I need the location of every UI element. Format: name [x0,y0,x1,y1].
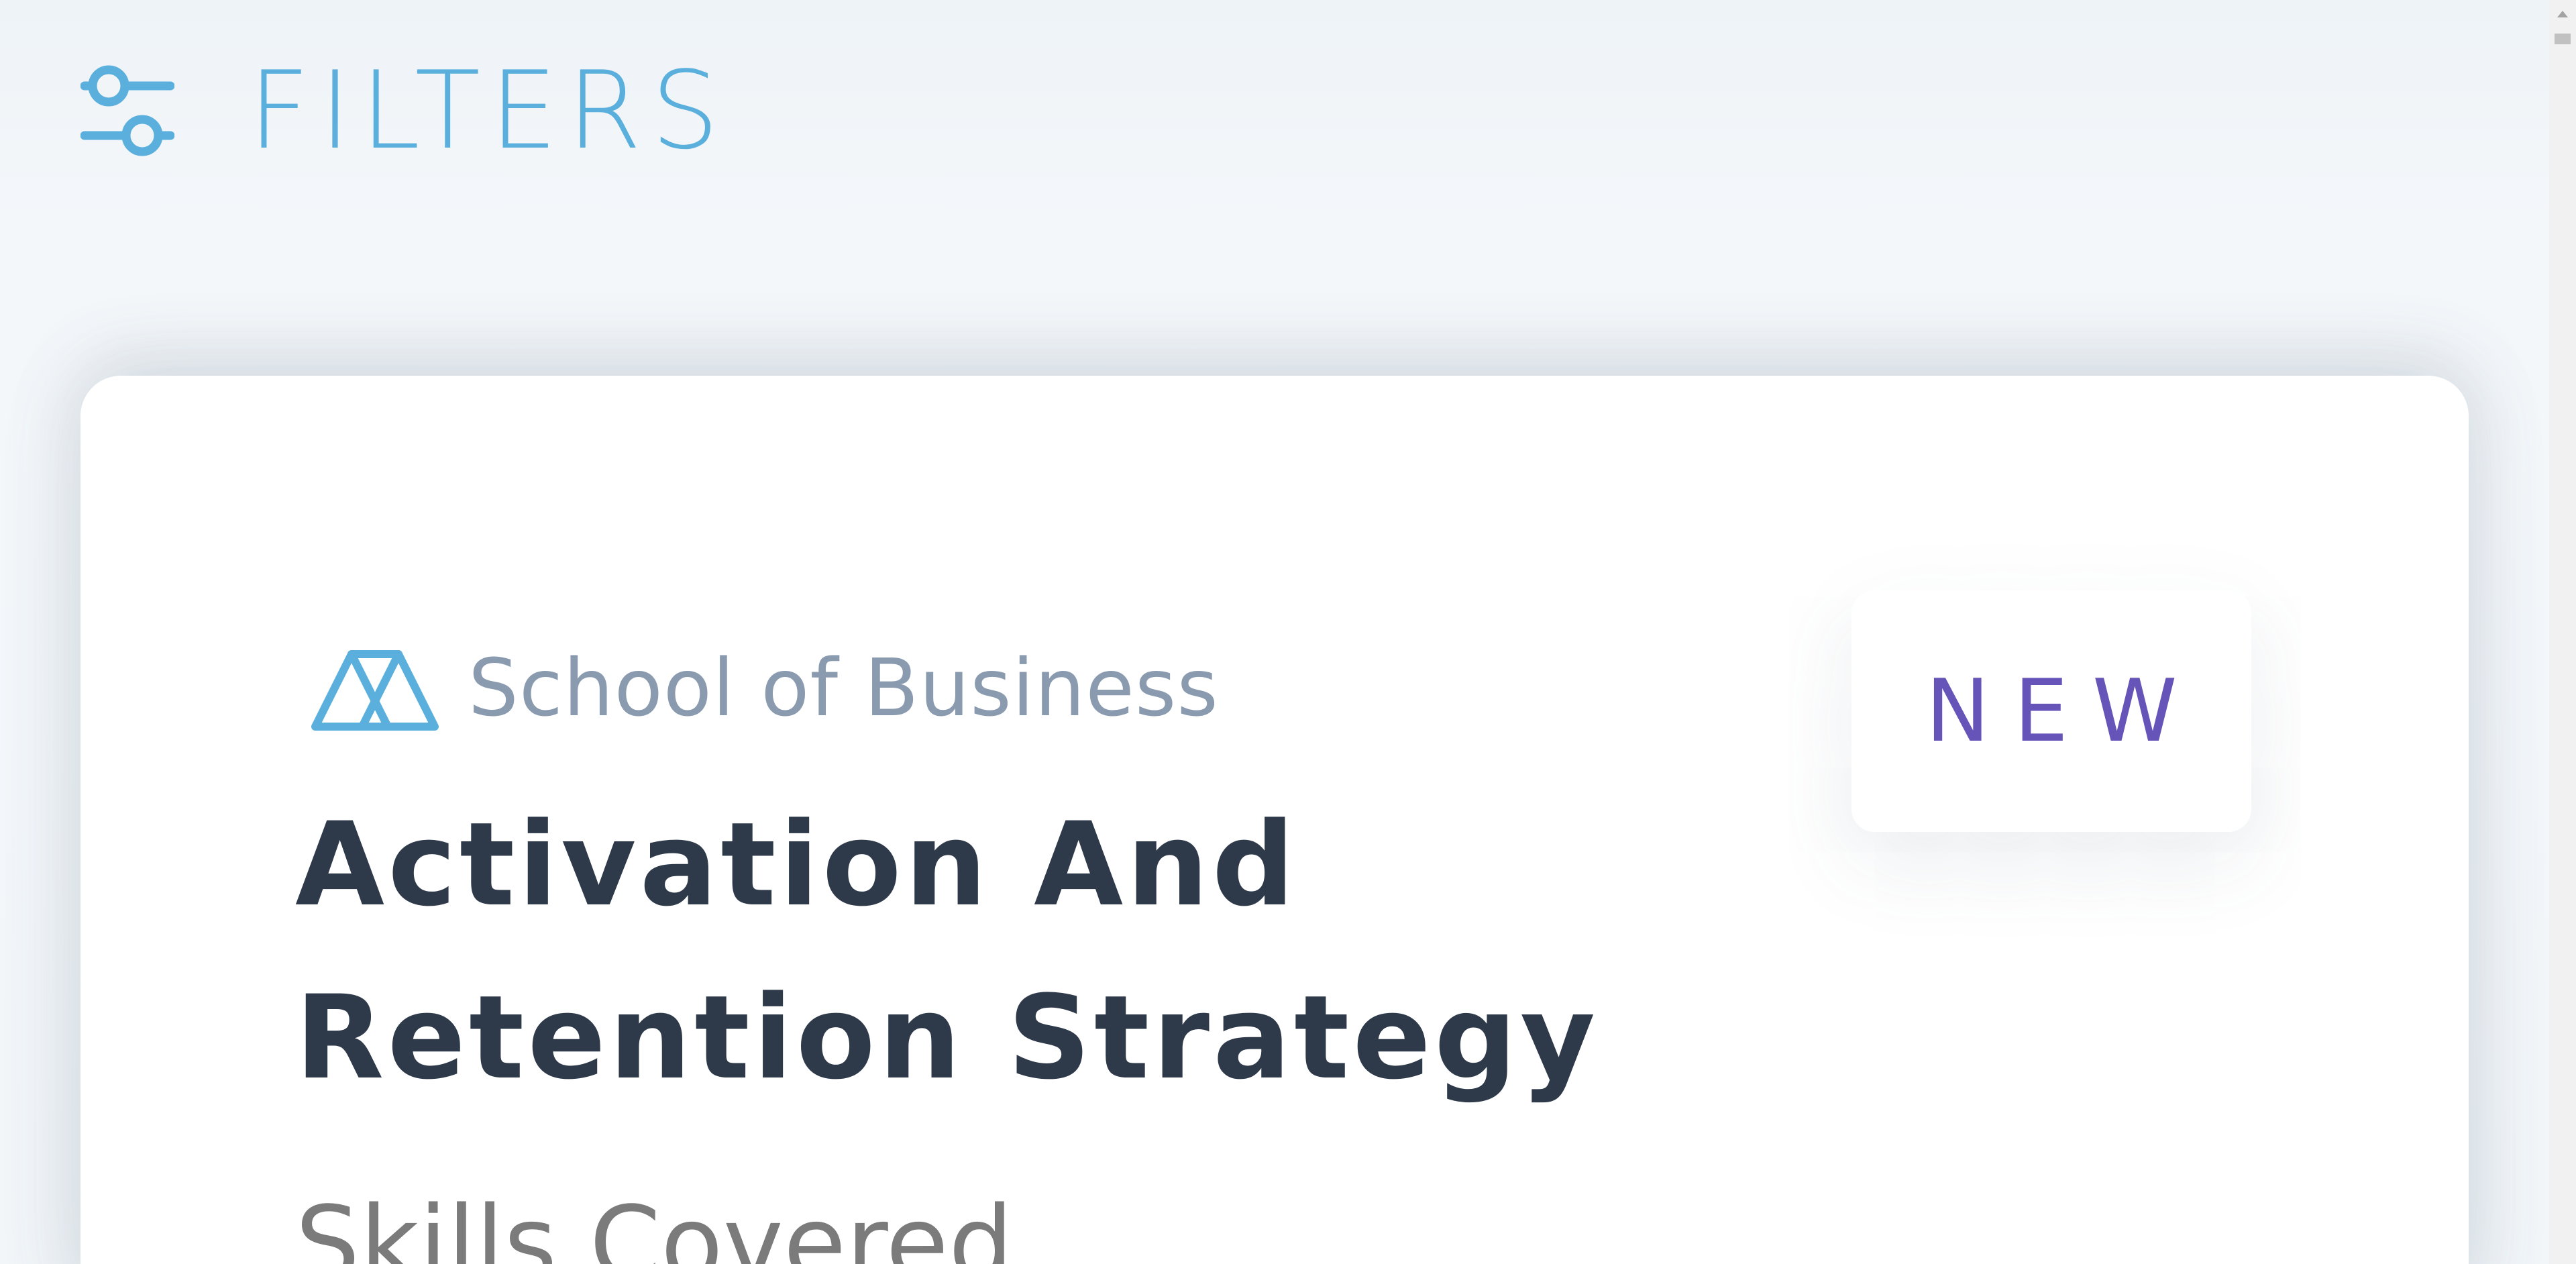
new-badge: NEW [1851,590,2251,832]
school-name: School of Business [468,641,1219,734]
school-logo-icon [311,650,439,731]
scroll-up-arrow-icon[interactable] [2549,0,2576,27]
skills-heading: Skills Covered [295,1184,1014,1264]
page: FILTERS School of Business Activation An… [0,0,2549,1264]
school-row: School of Business [302,637,1219,738]
filters-toggle[interactable]: FILTERS [80,54,719,168]
vertical-scrollbar[interactable] [2549,0,2576,1264]
sliders-icon [80,65,174,156]
new-badge-label: NEW [1925,661,2202,761]
scrollbar-thumb[interactable] [2555,34,2571,44]
course-card[interactable]: School of Business Activation And Retent… [80,376,2469,1264]
filters-label: FILTERS [248,48,729,173]
course-title[interactable]: Activation And Retention Strategy [295,778,1771,1124]
